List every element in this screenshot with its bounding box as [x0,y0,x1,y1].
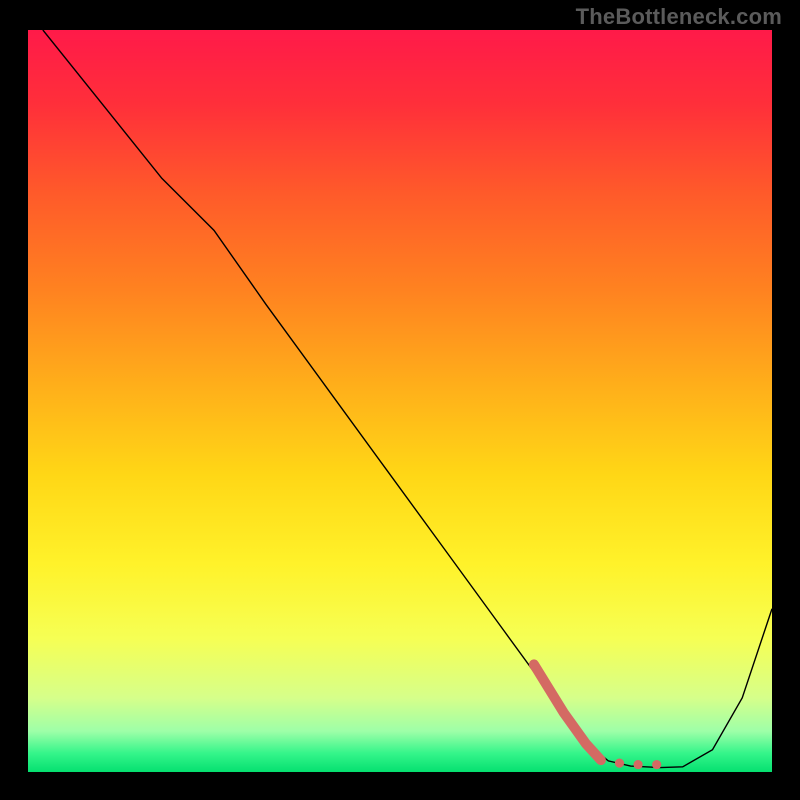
watermark-text: TheBottleneck.com [576,4,782,30]
chart-svg [28,30,772,772]
gradient-background [28,30,772,772]
optimal-range-dots [615,759,624,768]
chart-frame: TheBottleneck.com [0,0,800,800]
optimal-range-dots [652,760,661,769]
chart-plot-area [28,30,772,772]
optimal-range-dots [633,760,642,769]
